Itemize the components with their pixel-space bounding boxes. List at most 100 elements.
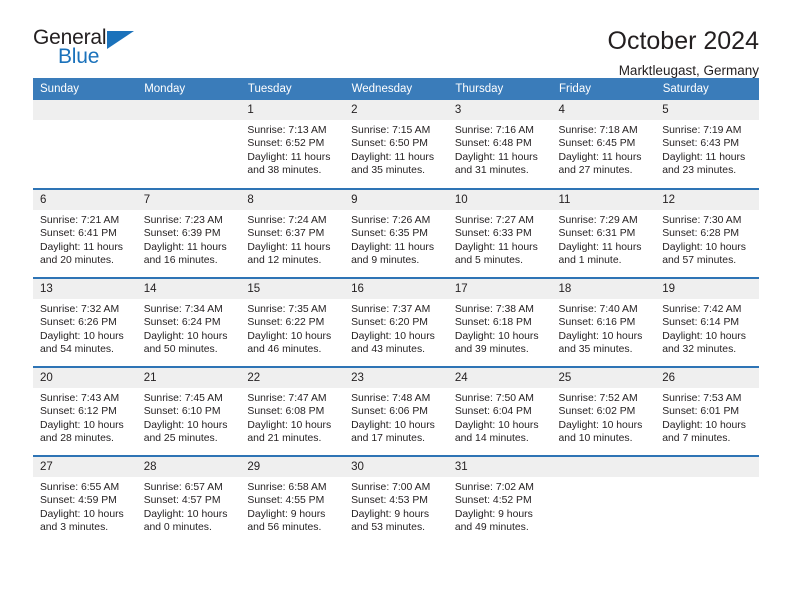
calendar-day-cell[interactable]: 14 Sunrise: 7:34 AM Sunset: 6:24 PM Dayligh…	[136, 277, 241, 367]
calendar-grid: Sunday Monday Tuesday Wednesday Thursday Frid…	[33, 78, 760, 545]
calendar-day-cell[interactable]: 18 Sunrise: 7:40 AM Sunset: 6:16 PM Dayligh…	[551, 277, 656, 367]
sunset-text: Sunset: 4:53 PM	[351, 495, 428, 507]
calendar-day-cell[interactable]: 21 Sunrise: 7:45 AM Sunset: 6:10 PM Dayligh…	[136, 366, 241, 456]
sunrise-text: Sunrise: 7:35 AM	[247, 304, 327, 315]
sunset-text: Sunset: 6:35 PM	[351, 228, 428, 240]
day-number: 1	[240, 100, 345, 120]
day-details: Sunrise: 7:35 AM Sunset: 6:22 PM Daylight:…	[240, 299, 344, 356]
calendar-day-cell[interactable]: 27 Sunrise: 6:55 AM Sunset: 4:59 PM Dayligh…	[33, 455, 137, 545]
calendar-day-cell[interactable]: 17 Sunrise: 7:38 AM Sunset: 6:18 PM Dayligh…	[447, 277, 552, 367]
day-details: Sunrise: 7:13 AM Sunset: 6:52 PM Daylight:…	[240, 120, 344, 177]
calendar-day-cell[interactable]: 4 Sunrise: 7:18 AM Sunset: 6:45 PM Daylight…	[551, 100, 656, 189]
day-number: 13	[33, 279, 137, 299]
calendar-day-cell[interactable]: 23 Sunrise: 7:48 AM Sunset: 6:06 PM Dayligh…	[344, 366, 448, 456]
day-number: 15	[240, 279, 345, 299]
day-details: Sunrise: 7:53 AM Sunset: 6:01 PM Daylight:…	[655, 388, 759, 445]
sunrise-text: Sunrise: 6:57 AM	[143, 482, 223, 493]
day-number: 10	[447, 190, 552, 210]
calendar-day-cell[interactable]: 6 Sunrise: 7:21 AM Sunset: 6:41 PM Daylight…	[33, 188, 137, 278]
calendar-day-cell[interactable]: 8 Sunrise: 7:24 AM Sunset: 6:37 PM Daylight…	[240, 188, 345, 278]
calendar-day-cell[interactable]: 3 Sunrise: 7:16 AM Sunset: 6:48 PM Daylight…	[447, 100, 552, 189]
day-number: 17	[447, 279, 552, 299]
calendar-day-cell[interactable]: 20 Sunrise: 7:43 AM Sunset: 6:12 PM Dayligh…	[33, 366, 137, 456]
calendar-day-cell[interactable]: 28 Sunrise: 6:57 AM Sunset: 4:57 PM Dayligh…	[136, 455, 241, 545]
day-details: Sunrise: 7:34 AM Sunset: 6:24 PM Daylight:…	[137, 299, 241, 356]
calendar-body: 1 Sunrise: 7:13 AM Sunset: 6:52 PM Daylight…	[33, 100, 759, 545]
day-number: 3	[447, 100, 552, 120]
calendar-day-cell[interactable]: 29 Sunrise: 6:58 AM Sunset: 4:55 PM Dayligh…	[240, 455, 345, 545]
calendar-day-cell[interactable]: 19 Sunrise: 7:42 AM Sunset: 6:14 PM Dayligh…	[655, 277, 759, 367]
calendar-day-cell[interactable]: 30 Sunrise: 7:00 AM Sunset: 4:53 PM Dayligh…	[344, 455, 448, 545]
sunset-text: Sunset: 6:45 PM	[558, 138, 636, 150]
daylight-text: Daylight: 10 hours and 3 minutes.	[40, 508, 124, 533]
sunset-text: Sunset: 6:22 PM	[247, 317, 325, 329]
day-details: Sunrise: 7:45 AM Sunset: 6:10 PM Daylight:…	[137, 388, 241, 445]
weekday-header-friday: Friday	[551, 78, 656, 100]
sunrise-text: Sunrise: 6:55 AM	[40, 482, 120, 493]
day-number: 7	[136, 190, 241, 210]
calendar-day-cell[interactable]: 24 Sunrise: 7:50 AM Sunset: 6:04 PM Dayligh…	[447, 366, 552, 456]
sunset-text: Sunset: 6:08 PM	[247, 406, 325, 418]
calendar-day-cell[interactable]: 26 Sunrise: 7:53 AM Sunset: 6:01 PM Dayligh…	[655, 366, 759, 456]
day-details: Sunrise: 7:40 AM Sunset: 6:16 PM Daylight:…	[552, 299, 656, 356]
day-details: Sunrise: 7:29 AM Sunset: 6:31 PM Daylight:…	[552, 210, 656, 267]
daylight-text: Daylight: 10 hours and 50 minutes.	[143, 330, 228, 355]
calendar-week-row: 20 Sunrise: 7:43 AM Sunset: 6:12 PM Dayligh…	[33, 366, 759, 456]
day-number: 28	[136, 457, 241, 477]
day-number: 11	[551, 190, 656, 210]
calendar-day-cell[interactable]: 5 Sunrise: 7:19 AM Sunset: 6:43 PM Daylight…	[655, 100, 759, 189]
day-details: Sunrise: 7:18 AM Sunset: 6:45 PM Daylight:…	[552, 120, 656, 177]
sunset-text: Sunset: 6:20 PM	[351, 317, 428, 329]
sunrise-text: Sunrise: 7:26 AM	[351, 215, 431, 226]
day-details: Sunrise: 7:24 AM Sunset: 6:37 PM Daylight:…	[240, 210, 344, 267]
day-details: Sunrise: 7:43 AM Sunset: 6:12 PM Daylight:…	[33, 388, 137, 445]
calendar-day-cell[interactable]: 13 Sunrise: 7:32 AM Sunset: 6:26 PM Dayligh…	[33, 277, 137, 367]
sunset-text: Sunset: 6:01 PM	[662, 406, 740, 418]
calendar-day-cell[interactable]: 15 Sunrise: 7:35 AM Sunset: 6:22 PM Dayligh…	[240, 277, 345, 367]
sunrise-text: Sunrise: 7:00 AM	[351, 482, 431, 493]
day-number: 26	[655, 368, 759, 388]
day-number: 24	[447, 368, 552, 388]
sunrise-text: Sunrise: 7:18 AM	[558, 125, 638, 136]
day-details: Sunrise: 6:55 AM Sunset: 4:59 PM Daylight:…	[33, 477, 137, 534]
daylight-text: Daylight: 10 hours and 7 minutes.	[662, 419, 746, 444]
calendar-day-cell[interactable]: 10 Sunrise: 7:27 AM Sunset: 6:33 PM Dayligh…	[447, 188, 552, 278]
calendar-day-cell[interactable]: 11 Sunrise: 7:29 AM Sunset: 6:31 PM Dayligh…	[551, 188, 656, 278]
calendar-day-cell[interactable]: 7 Sunrise: 7:23 AM Sunset: 6:39 PM Daylight…	[136, 188, 241, 278]
daylight-text: Daylight: 11 hours and 27 minutes.	[558, 151, 642, 176]
sunrise-text: Sunrise: 7:38 AM	[454, 304, 534, 315]
general-blue-logo[interactable]: General Blue	[33, 27, 143, 73]
calendar-day-cell[interactable]: 31 Sunrise: 7:02 AM Sunset: 4:52 PM Dayligh…	[447, 455, 552, 545]
logo-triangle-icon	[107, 31, 134, 49]
calendar-day-cell[interactable]: 22 Sunrise: 7:47 AM Sunset: 6:08 PM Dayligh…	[240, 366, 345, 456]
page-subtitle: Marktleugast, Germany	[618, 62, 759, 78]
daylight-text: Daylight: 10 hours and 43 minutes.	[351, 330, 435, 355]
day-details: Sunrise: 7:21 AM Sunset: 6:41 PM Daylight:…	[33, 210, 137, 267]
daylight-text: Daylight: 11 hours and 9 minutes.	[351, 241, 435, 266]
sunrise-text: Sunrise: 7:19 AM	[662, 125, 742, 136]
calendar-day-cell[interactable]: 9 Sunrise: 7:26 AM Sunset: 6:35 PM Daylight…	[344, 188, 448, 278]
calendar-day-cell[interactable]: 16 Sunrise: 7:37 AM Sunset: 6:20 PM Dayligh…	[344, 277, 448, 367]
sunrise-text: Sunrise: 7:34 AM	[143, 304, 223, 315]
weekday-header-thursday: Thursday	[447, 78, 553, 100]
daylight-text: Daylight: 11 hours and 20 minutes.	[40, 241, 123, 266]
sunset-text: Sunset: 6:04 PM	[454, 406, 532, 418]
day-details: Sunrise: 7:16 AM Sunset: 6:48 PM Daylight:…	[448, 120, 552, 177]
calendar-day-cell[interactable]: 2 Sunrise: 7:15 AM Sunset: 6:50 PM Daylight…	[344, 100, 448, 189]
sunrise-text: Sunrise: 7:53 AM	[662, 393, 742, 404]
page-title: October 2024	[607, 27, 760, 55]
daylight-text: Daylight: 11 hours and 16 minutes.	[143, 241, 227, 266]
day-number: 4	[551, 100, 656, 120]
daylight-text: Daylight: 10 hours and 35 minutes.	[558, 330, 643, 355]
day-number: 12	[655, 190, 759, 210]
day-details: Sunrise: 7:27 AM Sunset: 6:33 PM Daylight:…	[448, 210, 552, 267]
day-details: Sunrise: 7:32 AM Sunset: 6:26 PM Daylight:…	[33, 299, 137, 356]
calendar-day-cell[interactable]: 1 Sunrise: 7:13 AM Sunset: 6:52 PM Daylight…	[240, 100, 345, 189]
calendar-day-cell[interactable]: 25 Sunrise: 7:52 AM Sunset: 6:02 PM Dayligh…	[551, 366, 656, 456]
sunrise-text: Sunrise: 7:40 AM	[558, 304, 638, 315]
daylight-text: Daylight: 9 hours and 56 minutes.	[247, 508, 326, 533]
day-number: 19	[655, 279, 759, 299]
calendar-day-cell[interactable]: 12 Sunrise: 7:30 AM Sunset: 6:28 PM Dayligh…	[655, 188, 759, 278]
sunset-text: Sunset: 6:26 PM	[40, 317, 117, 329]
sunset-text: Sunset: 6:52 PM	[247, 138, 325, 150]
